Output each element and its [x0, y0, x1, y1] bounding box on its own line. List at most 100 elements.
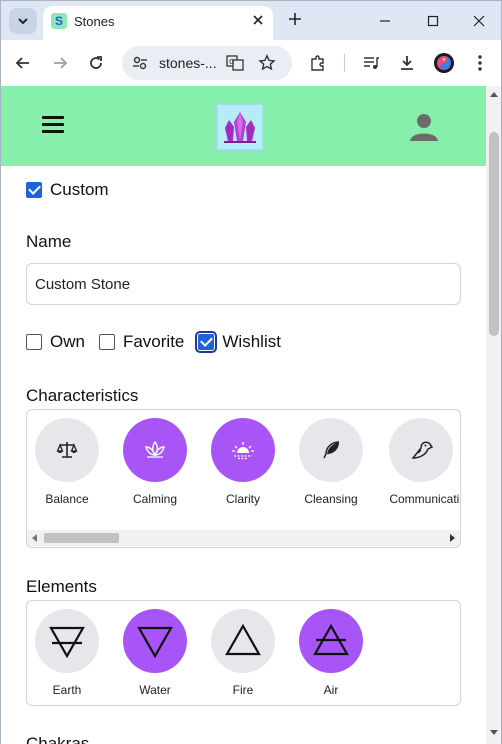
scroll-right-icon[interactable] — [450, 534, 455, 542]
characteristic-label: Calming — [132, 492, 177, 506]
custom-checkbox[interactable] — [26, 182, 42, 198]
element-label: Earth — [52, 683, 82, 697]
favorite-label: Favorite — [122, 332, 185, 351]
close-icon — [253, 15, 263, 25]
favorite-checkbox[interactable] — [98, 334, 115, 350]
minimize-icon — [380, 20, 390, 22]
downloads-button[interactable] — [395, 51, 419, 75]
new-tab-button[interactable] — [285, 10, 305, 30]
browser-toolbar: stones-... G — [0, 40, 502, 86]
reload-button[interactable] — [84, 51, 108, 75]
characteristics-scrollbar[interactable] — [27, 530, 460, 546]
tab-title: Stones — [74, 14, 115, 29]
chevron-down-icon — [18, 18, 28, 25]
scale-icon — [35, 418, 99, 482]
stone-name-input[interactable] — [26, 263, 461, 305]
close-icon — [473, 15, 485, 27]
earth-symbol-icon — [35, 609, 99, 673]
bookmark-star-icon[interactable] — [258, 54, 276, 72]
characteristics-list: Balance Calming Clarity Cleansing Commun… — [27, 410, 460, 520]
media-controls-button[interactable] — [359, 51, 383, 75]
wishlist-checkbox[interactable] — [195, 331, 218, 353]
characteristic-label: Communication — [389, 492, 460, 506]
download-icon — [401, 56, 413, 70]
url-text: stones-... — [159, 55, 217, 71]
favorite-flag[interactable]: Favorite — [98, 332, 185, 352]
collection-flags: Own Favorite Wishlist — [26, 331, 295, 353]
lotus-icon — [123, 418, 187, 482]
characteristic-label: Balance — [45, 492, 89, 506]
close-tab-button[interactable] — [249, 11, 267, 29]
scroll-left-icon[interactable] — [32, 534, 37, 542]
fire-symbol-icon — [211, 609, 275, 673]
arrow-left-icon — [15, 57, 29, 69]
scroll-down-icon[interactable] — [490, 730, 498, 735]
elements-list: Earth Water Fire Air — [27, 601, 379, 705]
bird-icon — [389, 418, 453, 482]
chakras-heading: Chakras — [26, 734, 90, 744]
profile-avatar[interactable] — [432, 51, 456, 75]
wishlist-label: Wishlist — [222, 332, 281, 351]
air-symbol-icon — [299, 609, 363, 673]
page-scrollbar[interactable] — [486, 86, 502, 744]
element-water[interactable]: Water — [115, 601, 203, 705]
characteristic-clarity[interactable]: Clarity — [203, 410, 291, 520]
menu-button[interactable] — [468, 51, 492, 75]
element-fire[interactable]: Fire — [203, 601, 291, 705]
app-header — [1, 86, 486, 166]
arrow-right-icon — [54, 57, 68, 69]
element-earth[interactable]: Earth — [27, 601, 115, 705]
hamburger-menu-icon[interactable] — [42, 116, 64, 134]
elements-heading: Elements — [26, 577, 97, 596]
page-viewport: Custom Name Own Favorite Wishlist Charac… — [0, 86, 486, 744]
scrollbar-thumb[interactable] — [44, 533, 119, 543]
characteristic-calming[interactable]: Calming — [115, 410, 203, 520]
more-vertical-icon — [478, 55, 482, 71]
wishlist-flag[interactable]: Wishlist — [195, 331, 281, 353]
custom-toggle[interactable]: Custom — [26, 180, 109, 200]
element-label: Air — [323, 683, 339, 697]
own-label: Own — [50, 332, 85, 351]
element-label: Fire — [232, 683, 254, 697]
toolbar-divider — [344, 54, 345, 72]
custom-label: Custom — [50, 180, 109, 199]
extensions-button[interactable] — [306, 51, 330, 75]
site-settings-icon[interactable] — [132, 55, 148, 71]
characteristics-panel: Balance Calming Clarity Cleansing Commun… — [26, 409, 461, 548]
feather-icon — [299, 418, 363, 482]
element-air[interactable]: Air — [291, 601, 379, 705]
plus-icon — [289, 13, 301, 25]
scroll-up-icon[interactable] — [490, 92, 498, 97]
browser-tab[interactable]: S Stones — [43, 6, 273, 41]
address-bar[interactable]: stones-... G — [122, 46, 292, 80]
characteristic-balance[interactable]: Balance — [27, 410, 115, 520]
minimize-button[interactable] — [373, 9, 397, 33]
sunrise-icon — [211, 418, 275, 482]
window-close-button[interactable] — [467, 9, 491, 33]
page-scrollbar-thumb[interactable] — [489, 132, 499, 336]
maximize-button[interactable] — [421, 9, 445, 33]
puzzle-icon — [311, 55, 324, 71]
name-heading: Name — [26, 232, 72, 251]
water-symbol-icon — [123, 609, 187, 673]
reload-icon — [90, 56, 102, 69]
own-checkbox[interactable] — [26, 334, 42, 350]
back-button[interactable] — [11, 51, 35, 75]
characteristic-communication[interactable]: Communication — [379, 410, 460, 520]
svg-text:G: G — [229, 58, 234, 66]
characteristics-heading: Characteristics — [26, 386, 139, 405]
user-account-icon[interactable] — [408, 112, 440, 142]
element-label: Water — [139, 683, 171, 697]
forward-button[interactable] — [48, 51, 72, 75]
characteristic-label: Clarity — [225, 492, 260, 506]
tab-strip: S Stones — [0, 0, 502, 41]
tab-search-button[interactable] — [9, 8, 37, 34]
elements-panel: Earth Water Fire Air — [26, 600, 461, 706]
translate-icon[interactable]: G — [226, 54, 244, 72]
favicon-icon: S — [51, 13, 67, 29]
own-flag[interactable]: Own — [26, 332, 85, 352]
maximize-icon — [427, 15, 439, 27]
crystal-logo-icon[interactable] — [216, 103, 264, 151]
playlist-icon — [364, 57, 379, 69]
characteristic-cleansing[interactable]: Cleansing — [291, 410, 379, 520]
